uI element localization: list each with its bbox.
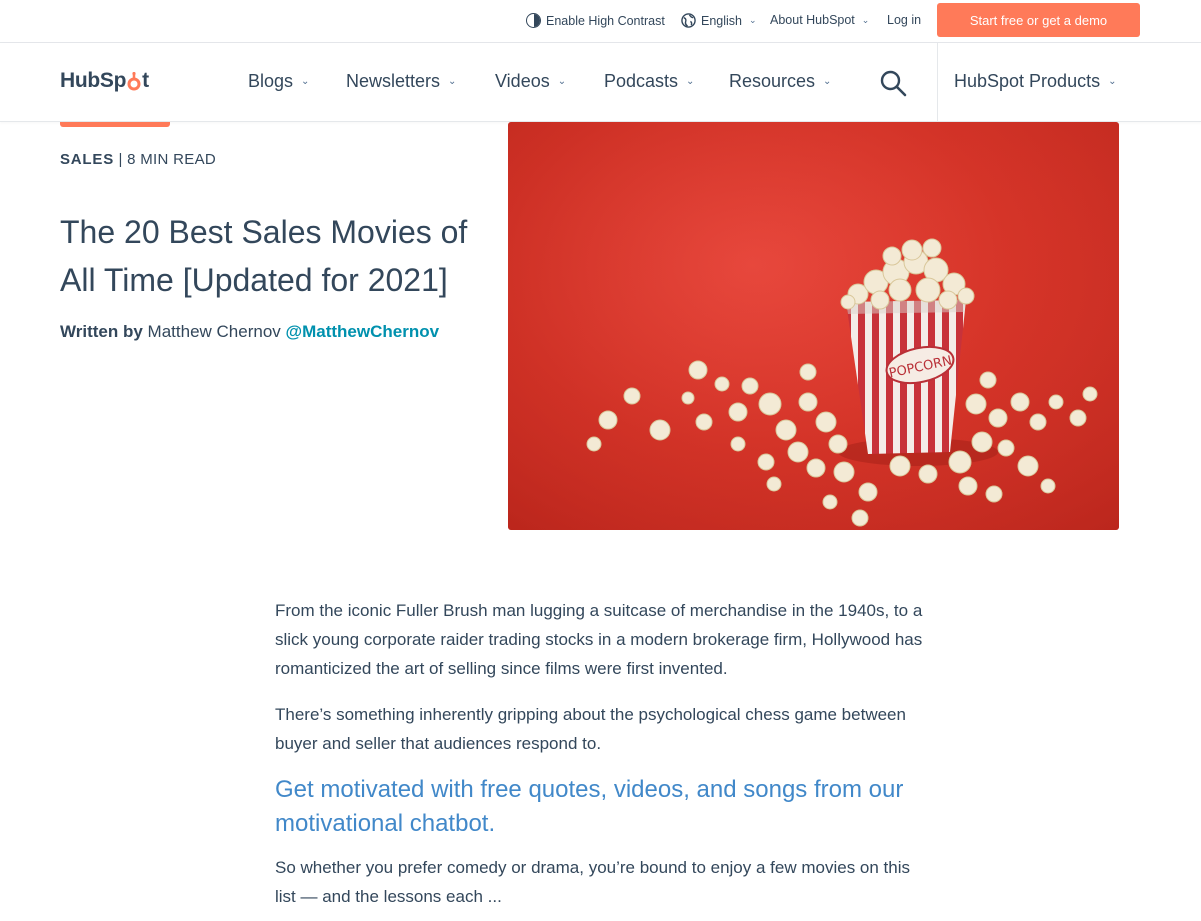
main-navigation: HubSp t Blogs ⌄ Newsletters ⌄ Videos ⌄ Podc…: [0, 43, 1201, 122]
hubspot-logo[interactable]: HubSp t: [60, 69, 149, 93]
article-title: The 20 Best Sales Movies of All Time [Up…: [60, 214, 468, 298]
article-paragraph: So whether you prefer comedy or drama, y…: [275, 858, 911, 906]
chatbot-cta-link[interactable]: Get motivated with free quotes, videos, …: [275, 773, 935, 841]
nav-item-podcasts[interactable]: Podcasts ⌄: [604, 71, 694, 92]
utility-bar: Enable High Contrast English ⌄ About Hub…: [0, 0, 1201, 43]
contrast-icon: [526, 13, 541, 28]
login-link[interactable]: Log in: [887, 13, 921, 27]
logo-text-end: t: [142, 69, 149, 92]
nav-item-blogs[interactable]: Blogs ⌄: [248, 71, 309, 92]
globe-icon: [681, 13, 696, 28]
start-free-button[interactable]: Start free or get a demo: [937, 3, 1140, 37]
nav-item-videos[interactable]: Videos ⌄: [495, 71, 566, 92]
chevron-down-icon: ⌄: [301, 76, 310, 87]
article-paragraph: From the iconic Fuller Brush man lugging…: [275, 601, 923, 678]
chevron-down-icon: ⌄: [823, 76, 832, 87]
chevron-down-icon: ⌄: [861, 14, 870, 25]
high-contrast-label: Enable High Contrast: [546, 13, 665, 28]
about-label: About HubSpot: [770, 13, 855, 27]
byline: Written by Matthew Chernov @MatthewChern…: [60, 322, 439, 342]
nav-item-resources[interactable]: Resources ⌄: [729, 71, 831, 92]
category-link[interactable]: SALES: [60, 151, 114, 168]
nav-label: Newsletters: [346, 71, 441, 91]
read-time: 8 MIN READ: [127, 151, 217, 168]
article-body: From the iconic Fuller Brush man lugging…: [275, 596, 935, 921]
chevron-down-icon: ⌄: [557, 76, 567, 87]
language-label: English: [701, 13, 742, 28]
logo-text: HubSp: [60, 69, 127, 92]
nav-label: Blogs: [248, 71, 294, 91]
meta-separator: |: [118, 151, 123, 168]
high-contrast-toggle[interactable]: Enable High Contrast: [526, 13, 665, 28]
author-name[interactable]: Matthew Chernov: [148, 322, 281, 341]
nav-item-newsletters[interactable]: Newsletters ⌄: [346, 71, 456, 92]
hero-image: POPCORN: [508, 122, 1119, 530]
accent-bar: [60, 122, 170, 127]
products-label: HubSpot Products: [954, 71, 1101, 91]
nav-divider: [937, 43, 938, 121]
nav-label: Podcasts: [604, 71, 679, 91]
language-selector[interactable]: English ⌄: [681, 13, 757, 28]
search-icon[interactable]: [879, 69, 907, 97]
nav-label: Resources: [729, 71, 816, 91]
chevron-down-icon: ⌄: [686, 76, 695, 87]
sprocket-icon: [127, 72, 141, 91]
article-meta: SALES | 8 MIN READ: [60, 151, 216, 168]
popcorn-illustration: POPCORN: [508, 122, 1119, 530]
author-twitter-handle[interactable]: @MatthewChernov: [286, 322, 440, 341]
article-paragraph: There’s something inherently gripping ab…: [275, 705, 906, 753]
hubspot-products-menu[interactable]: HubSpot Products ⌄: [954, 71, 1116, 92]
written-by-label: Written by: [60, 322, 143, 341]
login-label: Log in: [887, 13, 922, 27]
about-hubspot-menu[interactable]: About HubSpot ⌄: [770, 13, 869, 27]
chevron-down-icon: ⌄: [1108, 76, 1117, 87]
chevron-down-icon: ⌄: [749, 15, 757, 25]
chevron-down-icon: ⌄: [448, 76, 457, 87]
nav-label: Videos: [495, 71, 550, 91]
